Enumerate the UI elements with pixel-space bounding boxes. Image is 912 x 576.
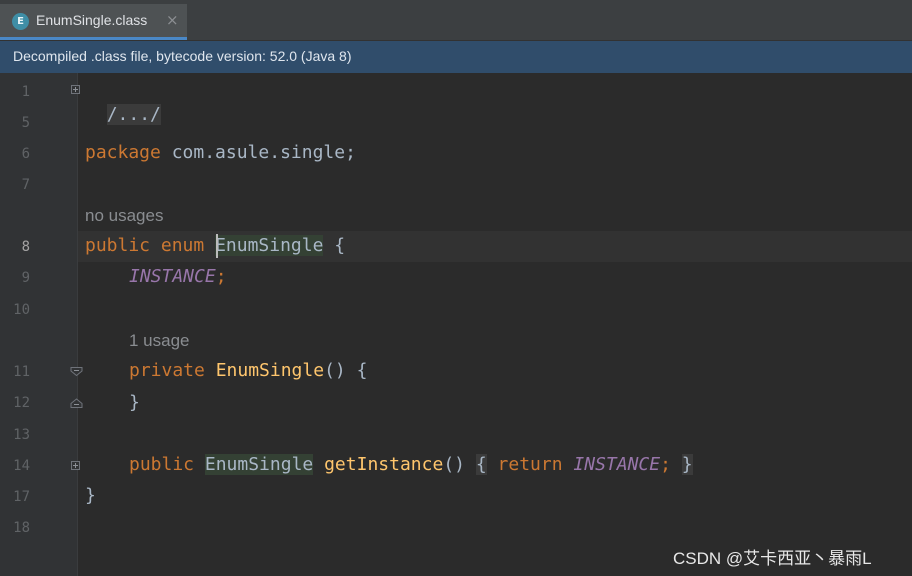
line-number: 5 [21, 115, 30, 131]
decompiled-banner: Decompiled .class file, bytecode version… [0, 41, 912, 73]
keyword-private: private [129, 360, 205, 381]
keyword-public: public [129, 454, 195, 475]
semicolon: ; [660, 454, 671, 475]
line-number: 1 [21, 84, 30, 100]
line-number: 14 [13, 458, 30, 474]
code-line-11[interactable]: private EnumSingle() { [129, 359, 367, 383]
line-number: 12 [13, 395, 30, 411]
code-line-6[interactable]: package com.asule.single; [85, 141, 356, 165]
enum-file-icon: E [12, 13, 29, 30]
package-name: com.asule.single; [160, 142, 356, 163]
text-cursor [216, 234, 218, 258]
line-number: 10 [13, 302, 30, 318]
close-brace: } [85, 485, 96, 506]
line-number: 17 [13, 489, 30, 505]
line-number: 9 [21, 270, 30, 286]
line-number: 6 [21, 146, 30, 162]
line-number: 11 [13, 364, 30, 380]
usages-hint[interactable]: 1 usage [129, 330, 190, 352]
line-number: 18 [13, 520, 30, 536]
constructor-name: EnumSingle [215, 360, 325, 381]
expand-fold-icon[interactable] [71, 85, 80, 94]
usages-hint[interactable]: no usages [85, 205, 163, 227]
keyword-public: public [85, 235, 151, 256]
close-brace: } [129, 392, 140, 413]
method-parens: () [443, 454, 465, 475]
line-number-active: 8 [21, 239, 30, 255]
enum-constant: INSTANCE [573, 454, 661, 475]
banner-text: Decompiled .class file, bytecode version… [13, 48, 352, 64]
folded-method-open[interactable]: { [475, 454, 487, 475]
enum-class-name: EnumSingle [215, 235, 324, 256]
code-line-9[interactable]: INSTANCE; [129, 265, 227, 289]
semicolon: ; [215, 266, 227, 287]
keyword-package: package [85, 142, 161, 163]
expand-fold-icon[interactable] [71, 461, 80, 470]
editor-tab-bar: E EnumSingle.class × [0, 0, 912, 41]
method-name: getInstance [324, 454, 444, 475]
folded-imports[interactable]: /.../ [106, 104, 161, 125]
code-line-14[interactable]: public EnumSingle getInstance() { return… [129, 453, 693, 477]
csdn-watermark: CSDN @艾卡西亚丶暴雨L [673, 549, 872, 568]
tab-label: EnumSingle.class [36, 12, 148, 28]
code-line-1[interactable]: /.../ [85, 79, 161, 125]
code-line-17[interactable]: } [85, 484, 96, 508]
open-brace: { [323, 235, 346, 256]
fold-end-icon[interactable] [70, 398, 83, 408]
line-number: 13 [13, 427, 30, 443]
close-icon[interactable]: × [166, 11, 179, 29]
folded-method-close[interactable]: } [681, 454, 693, 475]
code-line-12[interactable]: } [129, 391, 140, 415]
keyword-enum: enum [160, 235, 205, 256]
return-type: EnumSingle [204, 454, 314, 475]
tab-enumsingle-class[interactable]: E EnumSingle.class × [0, 4, 187, 40]
keyword-return: return [497, 454, 563, 475]
line-number: 7 [21, 177, 30, 193]
fold-start-icon[interactable] [70, 367, 83, 376]
enum-constant: INSTANCE [129, 266, 216, 287]
constructor-parens: () { [324, 360, 368, 381]
